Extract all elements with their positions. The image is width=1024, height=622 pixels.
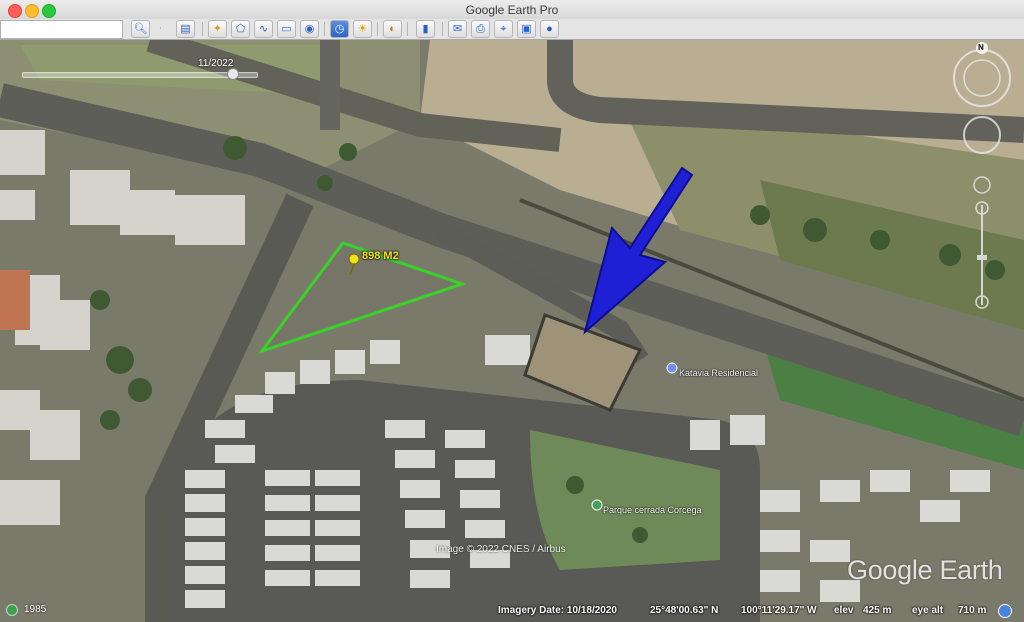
add-path-button[interactable]: ∿	[254, 20, 273, 38]
save-image-icon: ▣	[521, 23, 532, 35]
earth-button[interactable]: ●	[540, 20, 559, 38]
imagery-date: Imagery Date: 10/18/2020	[498, 605, 617, 616]
email-button[interactable]: ✉	[448, 20, 467, 38]
search-dot: ·	[158, 22, 163, 34]
print-icon: ⎙	[476, 23, 485, 35]
satellite-imagery	[0, 40, 1024, 622]
toolbar-divider	[202, 22, 203, 36]
path-icon: ∿	[258, 23, 269, 35]
view-in-google-maps-button[interactable]: ⌖	[494, 20, 513, 38]
place-marker-icon	[666, 362, 678, 374]
time-slider-handle[interactable]	[227, 68, 239, 80]
toolbar-divider	[377, 22, 378, 36]
google-earth-logo: Google Earth	[847, 555, 1003, 585]
streaming-indicator-icon	[998, 604, 1012, 618]
sidebar-toggle-icon: ▤	[180, 23, 191, 35]
sunlight-icon: ☀	[357, 23, 368, 35]
title-bar: Google Earth Pro	[0, 0, 1024, 20]
compass-north-label: N	[978, 43, 984, 52]
save-image-button[interactable]: ▣	[517, 20, 536, 38]
earth-icon: ●	[546, 23, 553, 35]
time-slider-track[interactable]	[22, 72, 258, 78]
ruler-button[interactable]: ▮	[416, 20, 435, 38]
image-overlay-icon: ▭	[281, 23, 292, 35]
polygon-icon: ⬠	[235, 23, 246, 35]
view-in-maps-icon: ⌖	[500, 23, 507, 35]
record-tour-icon: ◉	[304, 23, 315, 35]
elevation-value: 425 m	[863, 605, 892, 616]
toolbar: 🔍︎ · ▤ ✦ ⬠ ∿ ▭ ◉ ◷ ☀ ◐ ▮ ✉ ⎙ ⌖ ▣ ●	[0, 19, 1024, 40]
time-slider-date: 11/2022	[198, 58, 234, 69]
historical-imagery-button[interactable]: ◷	[330, 20, 349, 38]
eye-altitude-label: eye alt	[912, 605, 944, 616]
search-button[interactable]: 🔍︎	[131, 20, 150, 38]
latitude: 25°48'00.63" N	[650, 605, 719, 616]
historical-imagery-status-icon[interactable]	[6, 604, 18, 616]
toolbar-divider	[442, 22, 443, 36]
email-icon: ✉	[452, 23, 463, 35]
add-polygon-button[interactable]: ⬠	[231, 20, 250, 38]
record-tour-button[interactable]: ◉	[300, 20, 319, 38]
planets-button[interactable]: ◐	[383, 20, 402, 38]
sunlight-button[interactable]: ☀	[353, 20, 372, 38]
area-label: 898 M2	[362, 250, 399, 262]
search-icon: 🔍︎	[133, 23, 148, 35]
longitude: 100°11'29.17" W	[741, 605, 817, 616]
ruler-icon: ▮	[422, 23, 429, 35]
placemark-icon: ✦	[212, 23, 223, 35]
print-button[interactable]: ⎙	[471, 20, 490, 38]
eye-altitude-value: 710 m	[958, 605, 987, 616]
place-label-parque[interactable]: Parque cerrada Corcega	[603, 505, 702, 515]
planets-icon: ◐	[389, 23, 396, 35]
map-view[interactable]: 898 M2 Katavia Residencial Parque cerrad…	[0, 40, 1024, 622]
place-label-katavia[interactable]: Katavia Residencial	[679, 368, 758, 378]
toolbar-divider	[407, 22, 408, 36]
add-image-overlay-button[interactable]: ▭	[277, 20, 296, 38]
elevation-label: elev	[834, 605, 854, 616]
historical-imagery-icon: ◷	[334, 23, 345, 35]
add-placemark-button[interactable]: ✦	[208, 20, 227, 38]
sidebar-toggle-button[interactable]: ▤	[176, 20, 195, 38]
place-marker-icon	[591, 499, 603, 511]
imagery-copyright: Image © 2022 CNES / Airbus	[436, 544, 566, 555]
history-start-year: 1985	[24, 604, 47, 615]
toolbar-divider	[324, 22, 325, 36]
search-input[interactable]	[0, 20, 123, 39]
window-title: Google Earth Pro	[465, 3, 559, 17]
